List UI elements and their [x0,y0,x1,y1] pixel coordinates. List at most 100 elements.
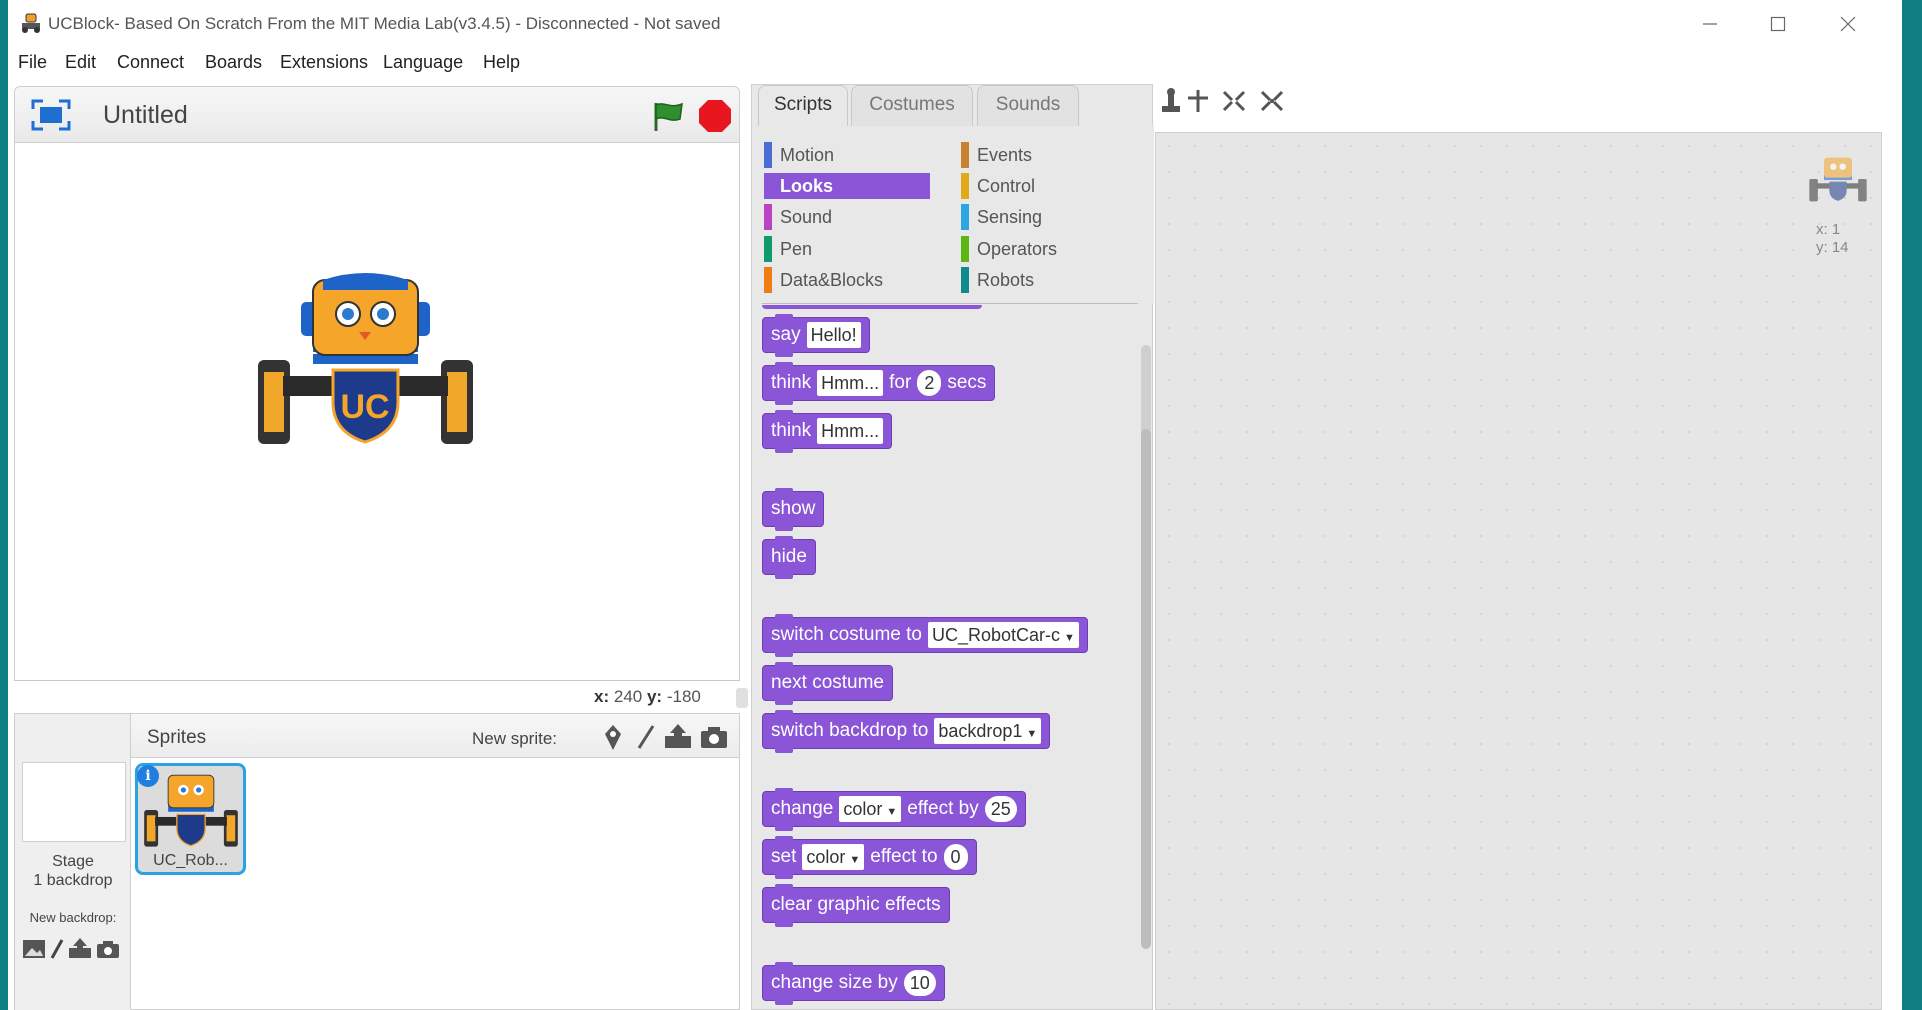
new-sprite-label: New sprite: [472,729,558,748]
title-bar: UCBlock- Based On Scratch From the MIT M… [8,0,1902,48]
x-label: x: [594,687,610,706]
block-change-size[interactable]: change size by 10 [762,962,945,1005]
stamp-icon[interactable] [1162,88,1180,112]
image-library-icon[interactable] [23,940,45,958]
partial-block[interactable] [762,305,982,309]
menu-connect[interactable]: Connect [117,52,184,73]
app-window: UCBlock- Based On Scratch From the MIT M… [8,0,1902,1010]
close-button[interactable] [1820,8,1876,40]
effect-change-input[interactable]: 25 [984,796,1017,822]
paint-sprite-icon[interactable] [637,725,655,749]
new-backdrop-icons [23,938,119,959]
say-text-input[interactable]: Hello! [806,322,861,348]
category-sound[interactable]: Sound [764,204,930,230]
paint-icon[interactable] [50,939,64,959]
tab-scripts[interactable]: Scripts [758,85,848,127]
block-switch-backdrop[interactable]: switch backdrop to backdrop1 ▼ [762,710,1051,753]
sprite-name: UC_Rob... [153,852,228,869]
block-palette: say Hello! think Hmm... for 2 secs think Hmm..… [752,305,1142,1010]
menu-file[interactable]: File [18,52,47,73]
tab-costumes[interactable]: Costumes [851,85,973,126]
menu-language[interactable]: Language [383,52,463,73]
menu-edit[interactable]: Edit [65,52,96,73]
stage-name: Stage [52,853,94,870]
tool-buttons [1162,88,1284,112]
close-icon [1840,16,1856,32]
category-events[interactable]: Events [961,142,1127,168]
set-effect-dropdown[interactable]: color ▼ [802,844,865,870]
minimize-button[interactable] [1682,8,1738,40]
backdrop-dropdown[interactable]: backdrop1 ▼ [934,718,1042,744]
grow-icon[interactable] [1222,90,1246,112]
think-text-input[interactable]: Hmm... [817,370,884,396]
green-flag-icon[interactable] [650,99,686,133]
category-sensing[interactable]: Sensing [961,204,1127,230]
window-title: UCBlock- Based On Scratch From the MIT M… [48,14,721,33]
palette-panel: Scripts Costumes Sounds Motion Looks Sou… [751,84,1154,1010]
think-text-input-2[interactable]: Hmm... [817,418,884,444]
block-hide[interactable]: hide [762,536,816,579]
menu-extensions[interactable]: Extensions [280,52,368,73]
block-think[interactable]: think Hmm... [762,410,893,453]
new-sprite-icons [605,724,727,750]
size-change-input[interactable]: 10 [903,970,936,996]
block-set-effect[interactable]: set color ▼ effect to 0 [762,836,977,879]
sprite-tile[interactable]: UC_Rob... i [135,763,246,875]
sprite-position: x: 1 y: 14 [1816,221,1849,256]
menu-bar: File Edit Connect Boards Extensions Lang… [8,48,1902,78]
sprites-label: Sprites [147,727,207,748]
app-robot-icon [22,13,40,33]
block-next-costume[interactable]: next costume [762,662,893,705]
category-robots[interactable]: Robots [961,267,1127,293]
effect-set-input[interactable]: 0 [943,844,968,870]
stage-thumbnail[interactable] [22,762,126,842]
delete-icon[interactable] [1188,90,1208,112]
info-icon[interactable]: i [137,765,159,787]
category-motion[interactable]: Motion [764,142,930,168]
block-think-for-secs[interactable]: think Hmm... for 2 secs [762,362,996,405]
upload-icon[interactable] [69,938,91,958]
script-area[interactable]: x: 1 y: 14 [1155,132,1882,1010]
sprites-header: Sprites New sprite: [131,714,739,758]
maximize-button[interactable] [1750,8,1806,40]
category-pen[interactable]: Pen [764,236,930,262]
y-value: -180 [666,687,701,706]
shrink-icon[interactable] [1260,90,1284,112]
block-say[interactable]: say Hello! [762,314,870,357]
costume-dropdown[interactable]: UC_RobotCar-c ▼ [928,622,1079,648]
block-show[interactable]: show [762,488,825,531]
block-change-effect[interactable]: change color ▼ effect by 25 [762,788,1026,831]
effect-dropdown[interactable]: color ▼ [839,796,902,822]
menu-boards[interactable]: Boards [205,52,262,73]
camera-icon[interactable] [97,941,119,958]
category-data-blocks[interactable]: Data&Blocks [764,267,930,293]
stop-icon[interactable] [698,99,732,133]
stage-panel: Untitled UC x: 240 y: -180 Stage 1 backd… [14,86,748,1010]
upload-sprite-icon[interactable] [665,724,691,748]
maximize-icon [1770,16,1786,32]
category-looks[interactable]: Looks [764,173,930,199]
secs-input[interactable]: 2 [917,370,942,396]
category-operators[interactable]: Operators [961,236,1127,262]
sprite-library-icon[interactable] [605,725,621,750]
block-clear-effects[interactable]: clear graphic effects [762,884,950,927]
project-title[interactable]: Untitled [103,101,188,130]
y-label: y: [646,687,663,706]
camera-sprite-icon[interactable] [701,727,727,748]
minimize-icon [1703,23,1717,25]
menu-help[interactable]: Help [483,52,520,73]
robot-sprite[interactable]: UC [253,272,478,448]
backdrop-count: 1 backdrop [33,872,113,889]
current-sprite-thumbnail [1809,157,1867,202]
new-backdrop-label: New backdrop: [29,910,117,925]
stage-header: Untitled [14,86,740,143]
stage-collapse-handle[interactable] [736,688,748,708]
palette-scroll-thumb[interactable] [1141,429,1151,949]
stage-column: Stage 1 backdrop New backdrop: [15,714,131,1010]
stage-canvas[interactable]: UC [14,143,740,681]
fullscreen-icon[interactable] [31,99,71,131]
block-switch-costume[interactable]: switch costume to UC_RobotCar-c ▼ [762,614,1088,657]
category-control[interactable]: Control [961,173,1127,199]
sprite-library: Stage 1 backdrop New backdrop: Sprites N… [14,713,740,1010]
tab-sounds[interactable]: Sounds [977,85,1079,126]
